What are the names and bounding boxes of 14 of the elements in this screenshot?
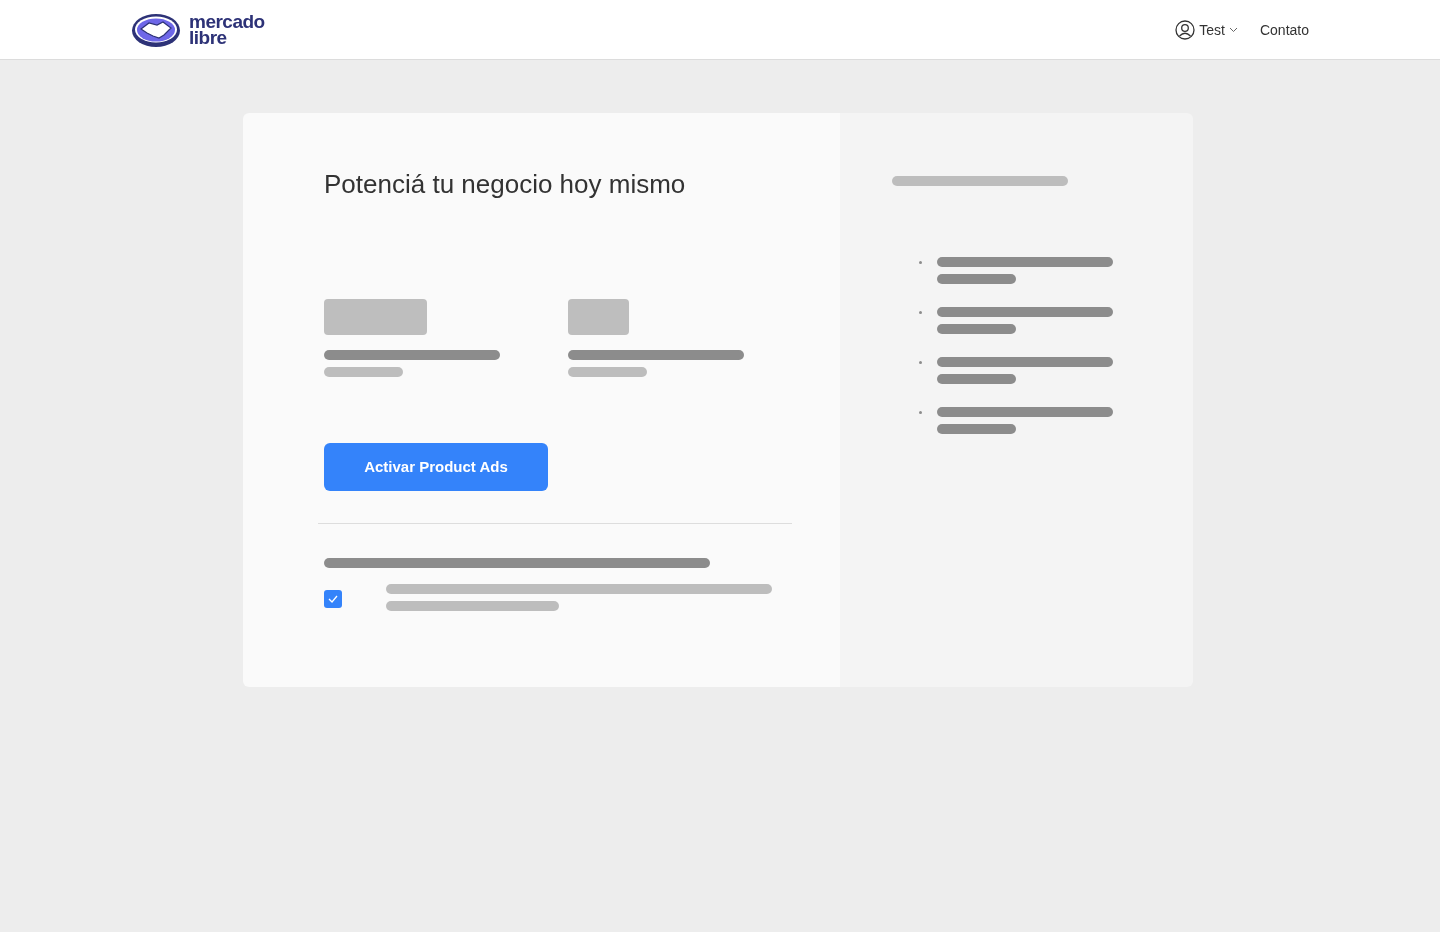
checkbox[interactable] <box>324 590 342 609</box>
logo-wordmark[interactable]: mercado libre <box>189 14 265 46</box>
bullet-dot <box>919 311 922 314</box>
page-title: Potenciá tu negocio hoy mismo <box>324 169 687 201</box>
user-icon <box>1175 20 1196 40</box>
bullet-dot <box>919 361 922 364</box>
checkmark-icon <box>328 595 338 604</box>
user-menu[interactable]: Test <box>1175 19 1238 41</box>
contact-link[interactable]: Contato <box>1259 19 1309 41</box>
skeleton-block <box>568 299 629 336</box>
bullet-dot <box>919 261 922 264</box>
activate-button[interactable]: Activar Product Ads <box>324 443 548 492</box>
bullet-dot <box>919 411 922 414</box>
chevron-down-icon <box>1228 27 1238 33</box>
